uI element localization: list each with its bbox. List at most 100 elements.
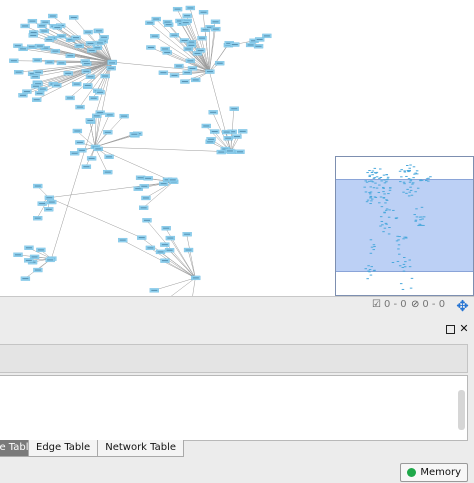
overview-node	[397, 239, 400, 241]
overview-node	[368, 269, 372, 271]
overview-node	[401, 266, 405, 268]
network-node-label	[49, 15, 56, 17]
overview-node	[422, 224, 425, 226]
overview-node	[408, 266, 412, 268]
table-panel-header: ✕	[0, 316, 474, 342]
network-node-label	[197, 49, 204, 51]
overview-node	[399, 283, 403, 285]
overview-node	[403, 183, 406, 185]
network-canvas[interactable]	[0, 0, 474, 296]
overview-node	[383, 179, 386, 181]
network-node-label	[147, 247, 154, 249]
overview-node	[369, 274, 373, 276]
network-node-label	[169, 179, 176, 181]
table-view[interactable]	[0, 375, 468, 441]
network-node-label	[32, 76, 39, 78]
overview-node	[372, 177, 376, 179]
network-node-label	[263, 35, 270, 37]
memory-button[interactable]: Memory	[400, 463, 468, 482]
table-tabs: ode Table Edge Table Network Table	[0, 440, 185, 457]
overview-node	[403, 170, 406, 172]
overview-node	[395, 240, 399, 242]
overview-node	[404, 236, 408, 238]
overview-node	[397, 244, 401, 246]
network-node-label	[88, 49, 95, 51]
selected-count: ☑ 0 - 0	[372, 299, 407, 310]
overview-node	[382, 187, 385, 189]
overview-node	[399, 181, 402, 183]
overview-node	[411, 182, 415, 184]
network-edge	[122, 239, 196, 279]
network-node-label	[175, 65, 182, 67]
network-node-label	[185, 48, 192, 50]
network-node-label	[218, 151, 225, 153]
network-node-label	[157, 251, 164, 253]
network-node-label	[142, 197, 149, 199]
overview-node	[402, 270, 406, 272]
overview-node	[409, 180, 413, 182]
overview-node	[370, 172, 374, 174]
network-node-label	[165, 24, 172, 26]
overview-node	[370, 200, 373, 202]
network-node-label	[211, 131, 218, 133]
overview-node	[388, 189, 392, 191]
canvas-status-bar: ☑ 0 - 0 ⊘ 0 - 0 ✥	[0, 296, 474, 316]
overview-node	[386, 176, 390, 178]
network-node-label	[208, 138, 215, 140]
tab-network-table[interactable]: Network Table	[97, 440, 185, 457]
network-node-label	[31, 256, 38, 258]
overview-node	[400, 169, 403, 171]
overview-node	[414, 191, 417, 193]
network-node-label	[121, 115, 128, 117]
network-node-label	[151, 35, 158, 37]
network-node-label	[47, 259, 54, 261]
overview-node	[408, 191, 412, 193]
network-node-label	[45, 208, 52, 210]
fit-network-icon[interactable]: ✥	[454, 298, 471, 315]
overview-node	[375, 176, 379, 178]
overview-node	[405, 192, 408, 194]
network-node-label	[58, 35, 65, 37]
overview-node	[373, 246, 376, 248]
tab-edge-table[interactable]: Edge Table	[28, 440, 99, 457]
overview-node	[385, 199, 389, 201]
close-icon[interactable]: ✕	[459, 323, 469, 334]
network-node-label	[160, 72, 167, 74]
overview-node	[387, 233, 391, 235]
overview-node	[378, 184, 381, 186]
overview-node	[382, 174, 386, 176]
network-node-label	[35, 83, 42, 85]
maximize-icon[interactable]	[446, 325, 455, 334]
overview-node	[367, 265, 370, 267]
overview-node	[409, 287, 413, 289]
network-node-label	[256, 38, 263, 40]
network-node-label	[206, 71, 213, 73]
overview-node	[427, 177, 430, 179]
overview-node	[408, 259, 411, 261]
network-node-label	[203, 125, 210, 127]
overview-node	[375, 187, 379, 189]
overview-node	[412, 177, 415, 179]
table-toolbar	[0, 344, 468, 373]
network-node-label	[231, 108, 238, 110]
overview-node	[402, 263, 406, 265]
network-overview-panel[interactable]	[335, 156, 474, 296]
network-edge	[94, 146, 231, 153]
overview-node	[385, 181, 388, 183]
table-scrollbar[interactable]	[458, 390, 465, 430]
network-node-label	[87, 76, 94, 78]
network-node-label	[161, 244, 168, 246]
overview-node	[370, 266, 373, 268]
bottom-status-bar: Memory	[0, 462, 474, 483]
network-node-label	[46, 61, 53, 63]
overview-node	[402, 238, 405, 240]
network-node-label	[46, 197, 53, 199]
network-node-label	[42, 21, 49, 23]
network-node-label	[97, 91, 104, 93]
network-node-label	[70, 16, 77, 18]
overview-node	[380, 206, 384, 208]
tab-node-table[interactable]: ode Table	[0, 440, 29, 457]
network-edge	[168, 250, 196, 279]
network-node-label	[163, 227, 170, 229]
network-edge	[48, 181, 174, 198]
